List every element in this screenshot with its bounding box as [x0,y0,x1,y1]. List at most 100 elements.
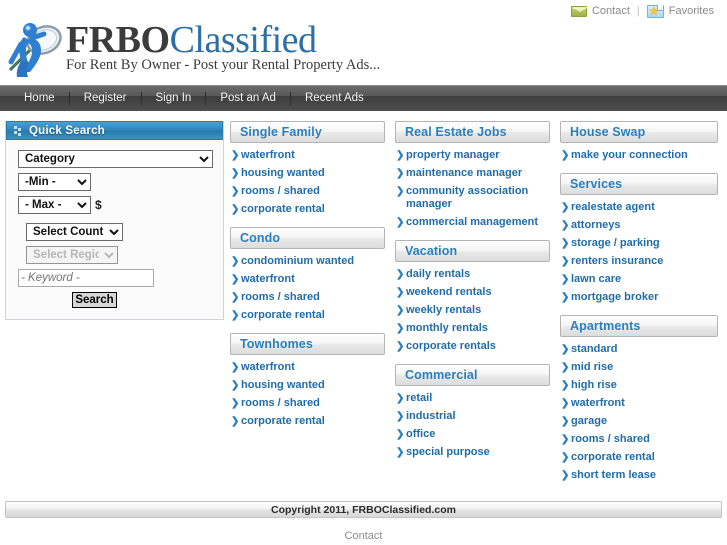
section-header-commercial: Commercial [395,364,550,386]
chevron-right-icon: ❯ [231,274,240,285]
chevron-right-icon: ❯ [231,168,240,179]
category-link-realestate-agent[interactable]: ❯ realestate agent [560,198,718,216]
section-list-house-swap: ❯ make your connection [560,146,718,164]
category-link-daily-rentals[interactable]: ❯ daily rentals [395,265,550,283]
chevron-right-icon: ❯ [561,470,570,481]
category-link-make-your-connection[interactable]: ❯ make your connection [560,146,718,164]
list-item: ❯ high rise [560,376,718,394]
min-price-select[interactable]: -Min - [18,173,91,191]
chevron-right-icon: ❯ [561,220,570,231]
category-link-rooms-shared[interactable]: ❯ rooms / shared [230,182,385,200]
quick-search-title: Quick Search [29,124,105,137]
category-link-waterfront[interactable]: ❯ waterfront [230,270,385,288]
nav-item-post-an-ad[interactable]: Post an Ad [206,92,290,104]
section-list-condo: ❯ condominium wanted ❯ waterfront ❯ rooms /… [230,252,385,324]
category-link-rooms-shared[interactable]: ❯ rooms / shared [230,394,385,412]
category-link-garage[interactable]: ❯ garage [560,412,718,430]
list-item: ❯ attorneys [560,216,718,234]
chevron-right-icon: ❯ [561,434,570,445]
category-link-housing-wanted[interactable]: ❯ housing wanted [230,376,385,394]
list-item: ❯ rooms / shared [230,288,385,306]
search-button-row: Search [18,292,213,308]
category-link-rooms-shared[interactable]: ❯ rooms / shared [560,430,718,448]
category-link-maintenance-manager[interactable]: ❯ maintenance manager [395,164,550,182]
list-item: ❯ office [395,425,550,443]
category-link-corporate-rental[interactable]: ❯ corporate rental [230,200,385,218]
category-link-corporate-rental[interactable]: ❯ corporate rental [560,448,718,466]
category-link-special-purpose[interactable]: ❯ special purpose [395,443,550,461]
category-link-retail[interactable]: ❯ retail [395,389,550,407]
list-item: ❯ commercial management [395,213,550,231]
chevron-right-icon: ❯ [231,398,240,409]
main-navigation: Home Register Sign In Post an Ad Recent … [0,85,727,111]
footer-contact-link[interactable]: Contact [345,530,383,542]
max-price-select[interactable]: - Max - [18,196,91,214]
category-link-industrial[interactable]: ❯ industrial [395,407,550,425]
category-link-waterfront[interactable]: ❯ waterfront [230,146,385,164]
category-link-short-term-lease[interactable]: ❯ short term lease [560,466,718,484]
chevron-right-icon: ❯ [396,341,405,352]
category-link-corporate-rental[interactable]: ❯ corporate rental [230,306,385,324]
nav-item-register[interactable]: Register [70,92,141,104]
category-link-storage-parking[interactable]: ❯ storage / parking [560,234,718,252]
footer-link-row: Contact [0,526,727,544]
search-button[interactable]: Search [72,292,117,308]
list-item: ❯ property manager [395,146,550,164]
category-link-renters-insurance[interactable]: ❯ renters insurance [560,252,718,270]
quick-search-panel: Quick Search Category -Min - - Max - $ S… [5,121,224,320]
chevron-right-icon: ❯ [231,362,240,373]
category-select[interactable]: Category [18,150,213,168]
nav-item-sign-in[interactable]: Sign In [142,92,206,104]
section-list-commercial: ❯ retail ❯ industrial ❯ office ❯ special pur… [395,389,550,461]
category-link-commercial-management[interactable]: ❯ commercial management [395,213,550,231]
nav-item-home[interactable]: Home [10,92,69,104]
category-columns: Single Family ❯ waterfront ❯ housing wante… [230,121,719,493]
category-link-mortgage-broker[interactable]: ❯ mortgage broker [560,288,718,306]
category-link-rooms-shared[interactable]: ❯ rooms / shared [230,288,385,306]
category-link-corporate-rentals[interactable]: ❯ corporate rentals [395,337,550,355]
section-header-single-family: Single Family [230,121,385,143]
category-link-waterfront[interactable]: ❯ waterfront [560,394,718,412]
category-link-lawn-care[interactable]: ❯ lawn care [560,270,718,288]
category-link-high-rise[interactable]: ❯ high rise [560,376,718,394]
section-header-vacation: Vacation [395,240,550,262]
region-select[interactable]: Select Region [26,246,118,264]
category-column-1: Single Family ❯ waterfront ❯ housing wante… [230,121,385,439]
list-item: ❯ mortgage broker [560,288,718,306]
category-link-monthly-rentals[interactable]: ❯ monthly rentals [395,319,550,337]
keyword-input[interactable] [18,269,154,287]
list-item: ❯ standard [560,340,718,358]
country-select[interactable]: Select Country [26,223,123,241]
category-link-corporate-rental[interactable]: ❯ corporate rental [230,412,385,430]
list-item: ❯ housing wanted [230,164,385,182]
top-favorites-link[interactable]: Favorites [640,4,721,18]
category-link-office[interactable]: ❯ office [395,425,550,443]
chevron-right-icon: ❯ [231,186,240,197]
section-list-real-estate-jobs: ❯ property manager ❯ maintenance manager ❯… [395,146,550,231]
nav-item-recent-ads[interactable]: Recent Ads [291,92,378,104]
min-price-row: -Min - [18,173,213,191]
category-link-mid-rise[interactable]: ❯ mid rise [560,358,718,376]
category-link-community-association-manager[interactable]: ❯ community association manager [395,182,550,213]
chevron-right-icon: ❯ [396,323,405,334]
chevron-right-icon: ❯ [561,380,570,391]
category-link-weekend-rentals[interactable]: ❯ weekend rentals [395,283,550,301]
section-list-single-family: ❯ waterfront ❯ housing wanted ❯ rooms / sha… [230,146,385,218]
category-column-3: House Swap ❯ make your connection Service… [560,121,718,493]
list-item: ❯ monthly rentals [395,319,550,337]
list-item: ❯ rooms / shared [230,182,385,200]
category-link-property-manager[interactable]: ❯ property manager [395,146,550,164]
site-logo[interactable]: FRBOClassified For Rent By Owner - Post … [8,18,380,82]
chevron-right-icon: ❯ [231,416,240,427]
category-link-condominium-wanted[interactable]: ❯ condominium wanted [230,252,385,270]
top-contact-link[interactable]: Contact [564,5,637,17]
chevron-right-icon: ❯ [231,292,240,303]
category-link-weekly-rentals[interactable]: ❯ weekly rentals [395,301,550,319]
category-link-standard[interactable]: ❯ standard [560,340,718,358]
keyword-row [18,269,213,287]
chevron-right-icon: ❯ [396,429,405,440]
chevron-right-icon: ❯ [231,380,240,391]
category-link-waterfront[interactable]: ❯ waterfront [230,358,385,376]
category-link-housing-wanted[interactable]: ❯ housing wanted [230,164,385,182]
category-link-attorneys[interactable]: ❯ attorneys [560,216,718,234]
